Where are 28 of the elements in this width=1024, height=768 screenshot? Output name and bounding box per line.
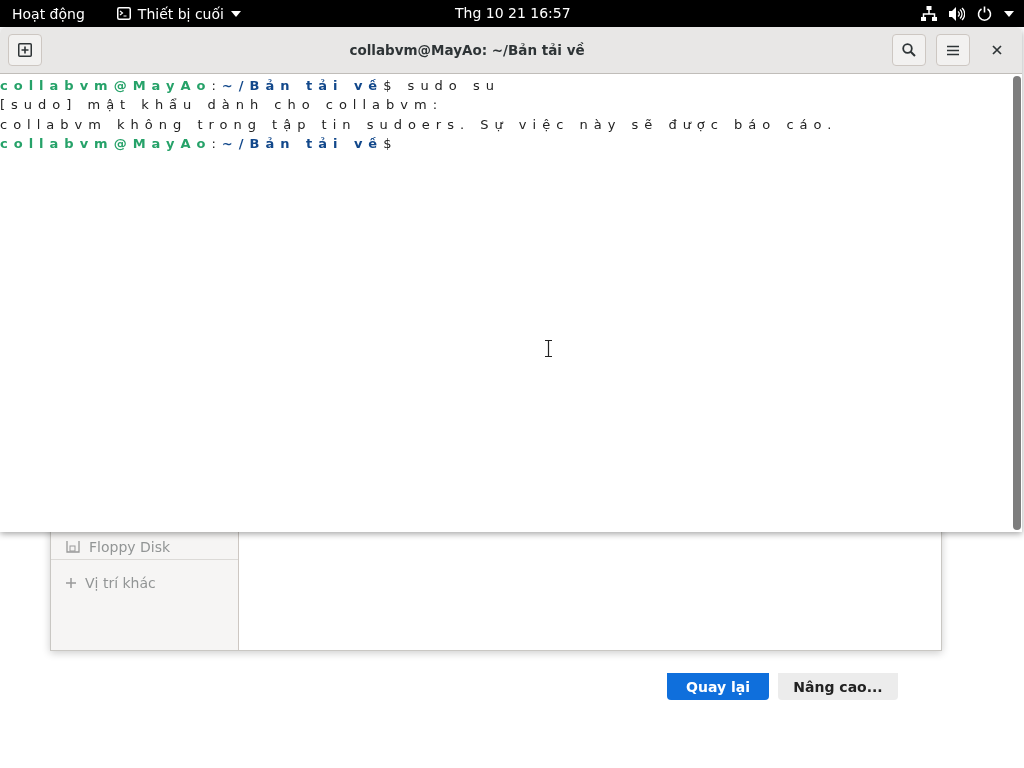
new-tab-button[interactable] [8, 34, 42, 66]
scrollbar[interactable] [1013, 76, 1021, 530]
floppy-icon [66, 541, 80, 553]
terminal-line: collabvm không trong tập tin sudoers. Sự việc này sẽ được báo cáo. [0, 115, 838, 134]
search-button[interactable] [892, 34, 926, 66]
caret-icon [230, 10, 241, 17]
menu-icon [947, 44, 959, 56]
clock[interactable]: Thg 10 21 16:57 [455, 5, 571, 21]
terminal-icon [116, 7, 131, 20]
activities-button[interactable]: Hoạt động [0, 5, 97, 22]
power-icon[interactable] [977, 6, 992, 21]
app-menu[interactable]: Thiết bị cuối [96, 5, 253, 22]
network-icon[interactable] [921, 6, 937, 21]
terminal-line: collabvm@MayAo:~/Bản tải về$ [0, 134, 398, 153]
plus-icon [18, 43, 32, 57]
advanced-button[interactable]: Nâng cao... [778, 673, 898, 700]
plus-icon [66, 577, 76, 588]
terminal-line: [sudo] mật khẩu dành cho collabvm: [0, 96, 444, 115]
text-cursor-icon [545, 340, 552, 357]
terminal-line: collabvm@MayAo:~/Bản tải về$ sudo su [0, 77, 500, 95]
volume-icon[interactable] [949, 6, 965, 21]
app-menu-label: Thiết bị cuối [137, 5, 224, 22]
menu-button[interactable] [936, 34, 970, 66]
close-icon [992, 45, 1002, 55]
caret-icon[interactable] [1004, 10, 1014, 17]
back-button[interactable]: Quay lại [667, 673, 769, 700]
window-title: collabvm@MayAo: ~/Bản tải về [348, 42, 586, 58]
search-icon [902, 43, 916, 57]
